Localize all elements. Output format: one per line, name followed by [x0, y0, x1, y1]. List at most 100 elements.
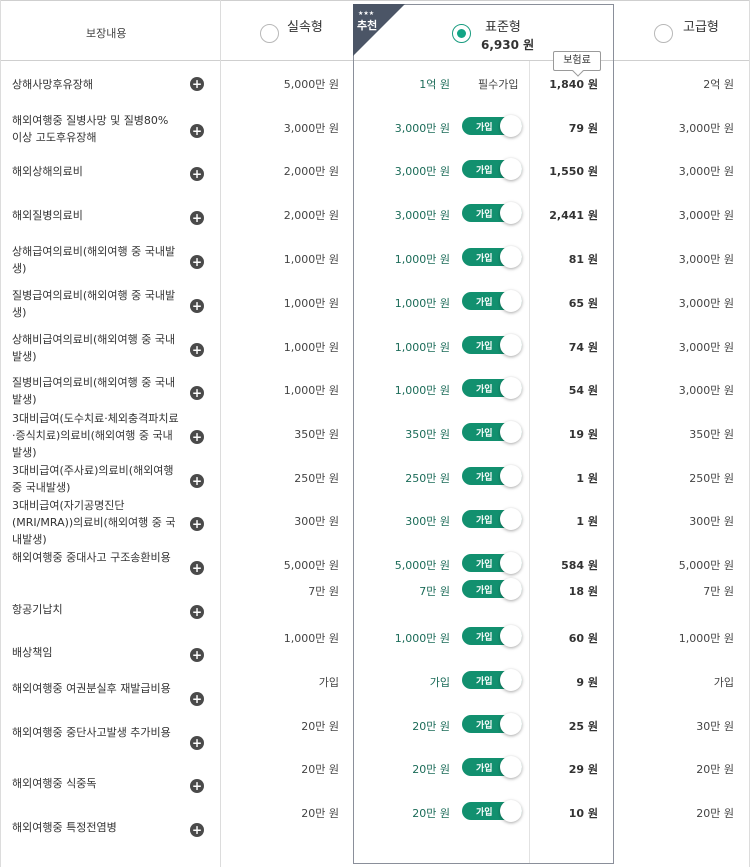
plan-standard-name: 표준형	[485, 20, 521, 35]
plan-basic-radio[interactable]	[260, 24, 279, 43]
toggle-knob	[500, 334, 522, 356]
join-toggle[interactable]: 가입	[462, 713, 522, 735]
join-toggle-label: 가입	[476, 633, 493, 643]
join-toggle-label: 가입	[476, 429, 493, 439]
coverage-name: 해외여행중 질병사망 및 질병80% 이상 고도후유장해	[12, 114, 169, 144]
plan-standard-price: 6,930 원	[481, 38, 535, 52]
expand-plus-icon[interactable]: +	[190, 167, 204, 181]
expand-plus-icon[interactable]: +	[190, 77, 204, 91]
join-toggle[interactable]: 가입	[462, 552, 522, 574]
join-toggle-label: 가입	[476, 385, 493, 395]
coverage-name: 상해비급여의료비(해외여행 중 국내발생)	[12, 333, 176, 363]
premium-plan-value: 2억 원	[703, 78, 734, 91]
join-toggle[interactable]: 가입	[462, 115, 522, 137]
toggle-knob	[500, 465, 522, 487]
coverage-name: 배상책임	[12, 646, 53, 659]
expand-plus-icon[interactable]: +	[190, 648, 204, 662]
expand-plus-icon[interactable]: +	[190, 605, 204, 619]
premium-plan-value: 3,000만 원	[678, 122, 734, 135]
premium-tooltip: 보험료	[553, 51, 601, 71]
join-toggle[interactable]: 가입	[462, 578, 522, 600]
standard-plan-value: 3,000만 원	[394, 209, 450, 222]
expand-plus-icon[interactable]: +	[190, 124, 204, 138]
basic-plan-value: 1,000만 원	[283, 341, 339, 354]
basic-plan-value: 1,000만 원	[283, 384, 339, 397]
expand-plus-icon[interactable]: +	[190, 343, 204, 357]
coverage-name: 항공기납치	[12, 603, 63, 616]
join-toggle[interactable]: 가입	[462, 669, 522, 691]
basic-plan-value: 1,000만 원	[283, 297, 339, 310]
plan-premium-name: 고급형	[683, 20, 719, 35]
join-toggle[interactable]: 가입	[462, 377, 522, 399]
standard-plan-value: 5,000만 원	[394, 559, 450, 572]
premium-plan-value: 250만 원	[689, 472, 734, 485]
expand-plus-icon[interactable]: +	[190, 255, 204, 269]
premium-plan-value: 가입	[713, 676, 734, 689]
plan-standard-radio[interactable]	[452, 24, 471, 43]
join-toggle[interactable]: 가입	[462, 421, 522, 443]
expand-plus-icon[interactable]: +	[190, 823, 204, 837]
toggle-knob	[500, 290, 522, 312]
basic-plan-value: 20만 원	[301, 720, 339, 733]
join-toggle[interactable]: 가입	[462, 508, 522, 530]
standard-plan-value: 1억 원	[419, 78, 450, 91]
join-toggle-label: 가입	[476, 560, 493, 570]
join-toggle[interactable]: 가입	[462, 202, 522, 224]
premium-amount: 81 원	[568, 253, 598, 266]
join-toggle[interactable]: 가입	[462, 465, 522, 487]
standard-plan-value: 1,000만 원	[394, 384, 450, 397]
premium-amount: 9 원	[576, 676, 598, 689]
basic-plan-value: 2,000만 원	[283, 209, 339, 222]
standard-plan-value: 3,000만 원	[394, 122, 450, 135]
join-toggle[interactable]: 가입	[462, 158, 522, 180]
toggle-knob	[500, 508, 522, 530]
coverage-name: 해외여행중 중단사고발생 추가비용	[12, 726, 171, 739]
expand-plus-icon[interactable]: +	[190, 474, 204, 488]
premium-plan-value: 3,000만 원	[678, 253, 734, 266]
premium-plan-value: 3,000만 원	[678, 209, 734, 222]
standard-plan-value: 1,000만 원	[394, 253, 450, 266]
expand-plus-icon[interactable]: +	[190, 779, 204, 793]
expand-plus-icon[interactable]: +	[190, 692, 204, 706]
basic-plan-value: 5,000만 원	[283, 78, 339, 91]
standard-plan-value: 300만 원	[405, 515, 450, 528]
expand-plus-icon[interactable]: +	[190, 386, 204, 400]
standard-plan-value: 20만 원	[412, 720, 450, 733]
coverage-name: 해외질병의료비	[12, 209, 83, 222]
expand-plus-icon[interactable]: +	[190, 736, 204, 750]
join-toggle-label: 가입	[476, 342, 493, 352]
plan-premium-radio[interactable]	[654, 24, 673, 43]
expand-plus-icon[interactable]: +	[190, 517, 204, 531]
premium-plan-value: 20만 원	[696, 763, 734, 776]
toggle-knob	[500, 713, 522, 735]
toggle-knob	[500, 625, 522, 647]
premium-plan-value: 3,000만 원	[678, 297, 734, 310]
premium-amount: 54 원	[568, 384, 598, 397]
join-toggle[interactable]: 가입	[462, 246, 522, 268]
join-toggle[interactable]: 가입	[462, 800, 522, 822]
expand-plus-icon[interactable]: +	[190, 299, 204, 313]
join-toggle[interactable]: 가입	[462, 290, 522, 312]
toggle-knob	[500, 578, 522, 600]
join-toggle-label: 가입	[476, 721, 493, 731]
standard-plan-value: 3,000만 원	[394, 165, 450, 178]
premium-plan-value: 3,000만 원	[678, 165, 734, 178]
expand-plus-icon[interactable]: +	[190, 430, 204, 444]
join-toggle-label: 가입	[476, 586, 493, 596]
expand-plus-icon[interactable]: +	[190, 561, 204, 575]
join-toggle[interactable]: 가입	[462, 756, 522, 778]
join-toggle-label: 가입	[476, 298, 493, 308]
coverage-header-label: 보장내용	[86, 27, 127, 40]
toggle-knob	[500, 421, 522, 443]
basic-plan-value: 1,000만 원	[283, 632, 339, 645]
premium-amount: 10 원	[568, 807, 598, 820]
expand-plus-icon[interactable]: +	[190, 211, 204, 225]
premium-amount: 25 원	[568, 720, 598, 733]
premium-amount: 74 원	[568, 341, 598, 354]
premium-amount: 1 원	[576, 515, 598, 528]
toggle-knob	[500, 669, 522, 691]
join-toggle[interactable]: 가입	[462, 334, 522, 356]
join-toggle[interactable]: 가입	[462, 625, 522, 647]
ribbon-recommend-label: 추천	[357, 19, 378, 32]
premium-amount: 29 원	[568, 763, 598, 776]
